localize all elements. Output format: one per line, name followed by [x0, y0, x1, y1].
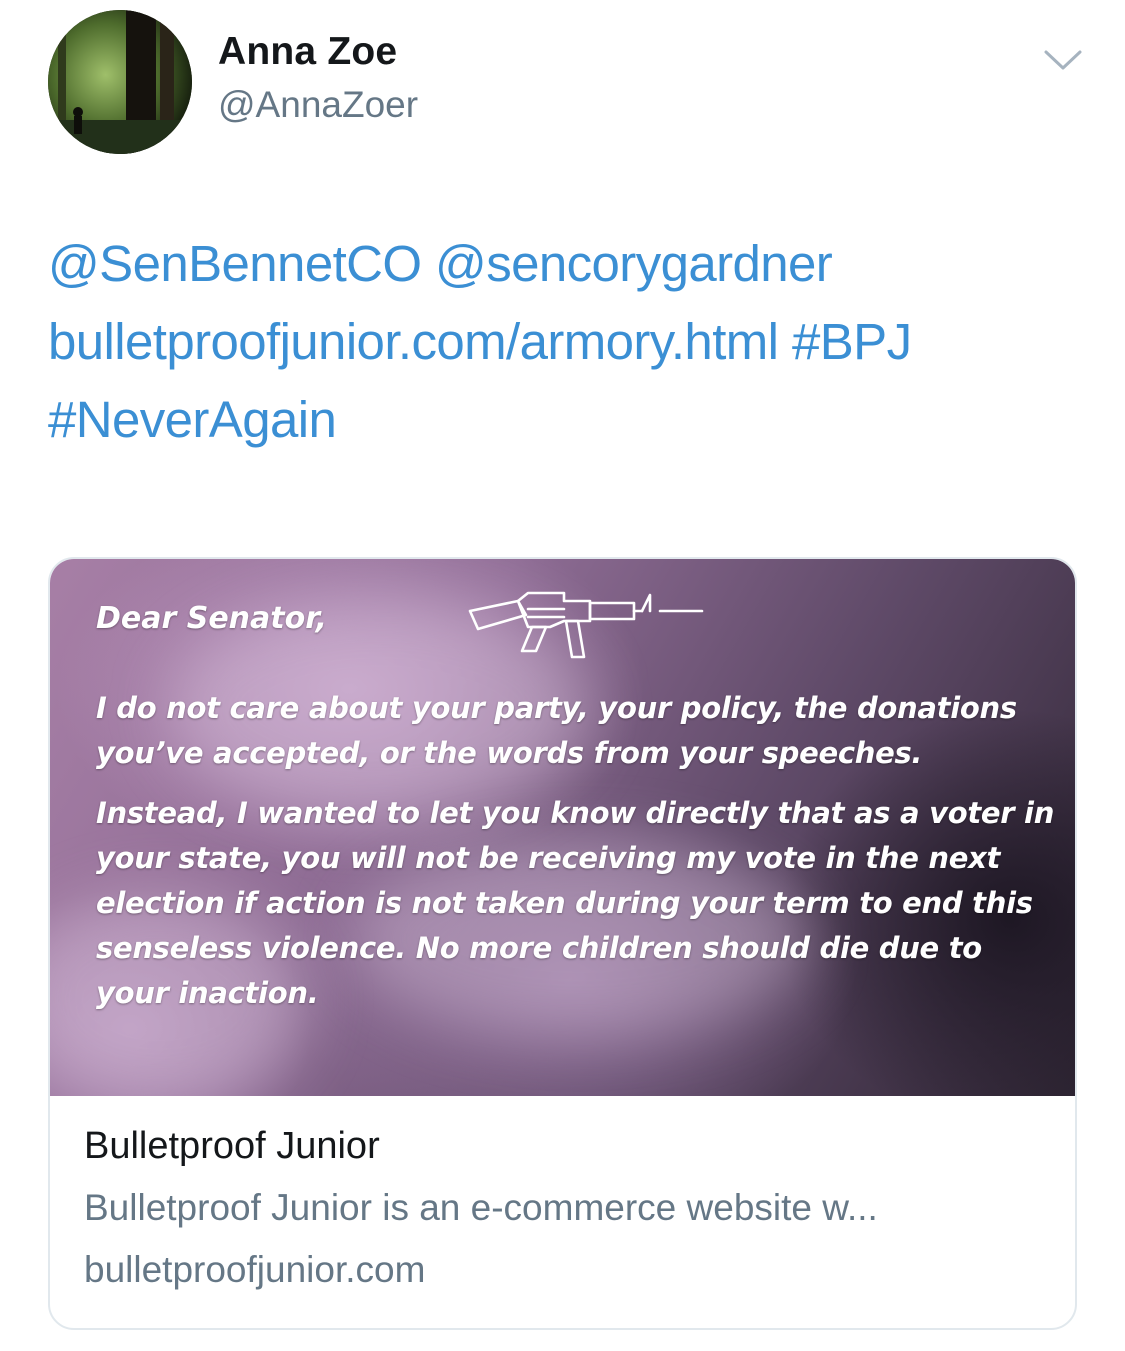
link-preview-card[interactable]: Dear Senator, I do not care about your p…: [48, 557, 1077, 1330]
display-name[interactable]: Anna Zoe: [218, 30, 397, 74]
hashtag-link[interactable]: #BPJ: [792, 313, 912, 370]
card-title[interactable]: Bulletproof Junior: [84, 1120, 1041, 1172]
card-image-text: Dear Senator, I do not care about your p…: [96, 599, 1056, 1016]
avatar[interactable]: [48, 10, 192, 154]
tweet-text: @SenBennetCO @sencorygardner bulletproof…: [48, 225, 1088, 459]
letter-paragraph: I do not care about your party, your pol…: [96, 691, 1017, 770]
card-description: Bulletproof Junior is an e-commerce webs…: [84, 1187, 878, 1228]
card-info: Bulletproof Junior Bulletproof Junior is…: [50, 1096, 1075, 1296]
forest-photo-avatar-icon: [48, 10, 192, 154]
chevron-down-icon[interactable]: [1040, 40, 1086, 76]
mention-link[interactable]: @SenBennetCO: [48, 235, 422, 292]
letter-greeting: Dear Senator,: [96, 601, 328, 636]
card-image: Dear Senator, I do not care about your p…: [50, 559, 1075, 1096]
mention-link[interactable]: @sencorygardner: [435, 235, 833, 292]
letter-paragraph: Instead, I wanted to let you know direct…: [96, 796, 1055, 1010]
user-handle[interactable]: @AnnaZoer: [218, 84, 418, 126]
url-link[interactable]: bulletproofjunior.com/armory.html: [48, 313, 779, 370]
card-domain[interactable]: bulletproofjunior.com: [84, 1244, 1041, 1296]
tweet: Anna Zoe @AnnaZoer @SenBennetCO @sencory…: [0, 0, 1125, 1351]
hashtag-link[interactable]: #NeverAgain: [48, 391, 337, 448]
